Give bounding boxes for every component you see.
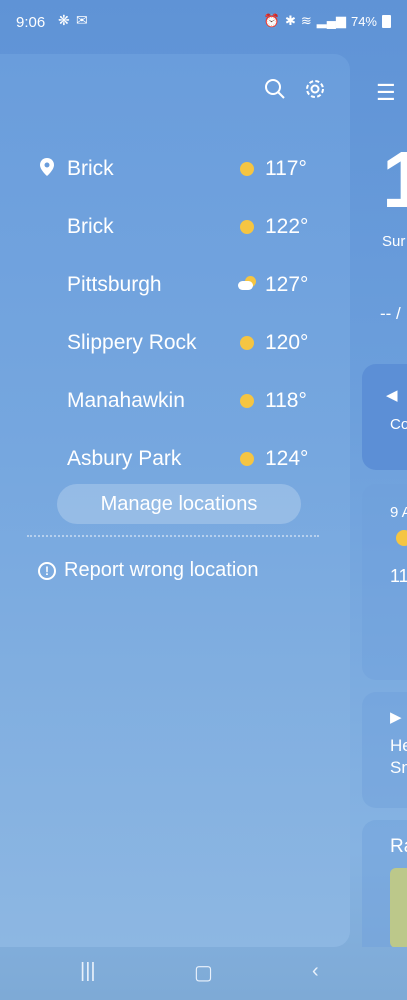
hour-temp: 11	[390, 566, 407, 586]
drawer-toolbar	[264, 78, 326, 106]
location-temp: 120°	[265, 331, 309, 354]
wifi-icon: ≋	[300, 13, 312, 28]
manage-locations-button[interactable]: Manage locations	[57, 484, 301, 524]
video-title-2: Sn	[390, 758, 407, 777]
battery-percent: 74%	[350, 13, 377, 29]
video-icon: ▶	[390, 709, 402, 726]
sun-icon	[238, 392, 256, 410]
status-time: 9:06	[16, 14, 46, 31]
location-temp: 122°	[265, 215, 309, 238]
home-icon[interactable]: ▢	[194, 960, 213, 985]
recent-apps-icon[interactable]: |||	[80, 960, 96, 983]
radar-title: Ra	[390, 836, 407, 857]
radar-map-thumbnail	[390, 868, 407, 947]
sun-icon	[238, 334, 256, 352]
signal-icon: ▂▄▆	[316, 13, 346, 28]
back-icon[interactable]: ‹	[312, 960, 319, 983]
location-name: Brick	[67, 157, 114, 180]
status-right: ⏰ ✱ ≋ ▂▄▆ 74%	[264, 13, 391, 29]
location-item[interactable]: Brick 117°	[0, 140, 350, 198]
location-temp: 124°	[265, 447, 309, 470]
sun-icon	[396, 530, 407, 546]
sun-icon	[238, 218, 256, 236]
megaphone-icon: ◀	[386, 387, 398, 404]
report-label: Report wrong location	[64, 559, 259, 581]
divider	[27, 535, 319, 537]
location-temp: 118°	[265, 389, 307, 412]
video-card[interactable]: ▶ He Sn	[362, 692, 407, 808]
search-icon[interactable]	[264, 78, 286, 106]
location-temp: 127°	[265, 273, 309, 296]
location-drawer: Brick 117° Brick 122° Pittsburgh 127° Sl…	[0, 54, 350, 947]
location-item[interactable]: Pittsburgh 127°	[0, 256, 350, 314]
location-temp: 117°	[265, 157, 307, 180]
location-name: Slippery Rock	[67, 331, 197, 354]
location-name: Asbury Park	[67, 447, 182, 470]
sun-icon	[238, 450, 256, 468]
location-name: Brick	[67, 215, 114, 238]
radar-card[interactable]: Ra	[362, 820, 407, 947]
hourly-card[interactable]: 9 A 11	[362, 484, 407, 680]
current-temp: 1	[382, 135, 407, 224]
video-title-1: He	[390, 736, 407, 755]
battery-icon	[382, 14, 391, 28]
location-name: Manahawkin	[67, 389, 185, 412]
sun-text: Sur	[382, 233, 406, 250]
partly-cloudy-icon	[238, 276, 256, 294]
bluetooth-icon: ✱	[284, 13, 296, 28]
location-item[interactable]: Slippery Rock 120°	[0, 314, 350, 372]
location-pin-icon	[40, 158, 54, 176]
butterfly-icon: ❋	[58, 12, 70, 28]
location-item[interactable]: Brick 122°	[0, 198, 350, 256]
location-name: Pittsburgh	[67, 273, 162, 296]
sun-icon	[238, 160, 256, 178]
mail-icon: ✉	[76, 12, 88, 28]
gear-icon[interactable]	[304, 78, 326, 106]
alarm-icon: ⏰	[263, 13, 280, 28]
main-screen-peek: ☰ 1 Sur -- / ◀ Co 9 A 11 ▶ He Sn Ra	[360, 54, 407, 947]
info-icon: !	[38, 561, 56, 580]
alert-text: Co	[390, 416, 407, 433]
location-item[interactable]: Asbury Park 124°	[0, 430, 350, 488]
hour-label: 9 A	[390, 504, 407, 521]
location-list: Brick 117° Brick 122° Pittsburgh 127° Sl…	[0, 140, 350, 488]
location-item[interactable]: Manahawkin 118°	[0, 372, 350, 430]
status-bar: 9:06 ❋ ✉ ⏰ ✱ ≋ ▂▄▆ 74%	[0, 0, 407, 46]
report-wrong-location-button[interactable]: ! Report wrong location	[38, 559, 259, 582]
navigation-bar: ||| ▢ ‹	[0, 948, 407, 1000]
hi-lo-text: -- /	[380, 304, 401, 323]
menu-icon[interactable]: ☰	[376, 80, 396, 106]
alert-card[interactable]: ◀ Co	[362, 364, 407, 470]
